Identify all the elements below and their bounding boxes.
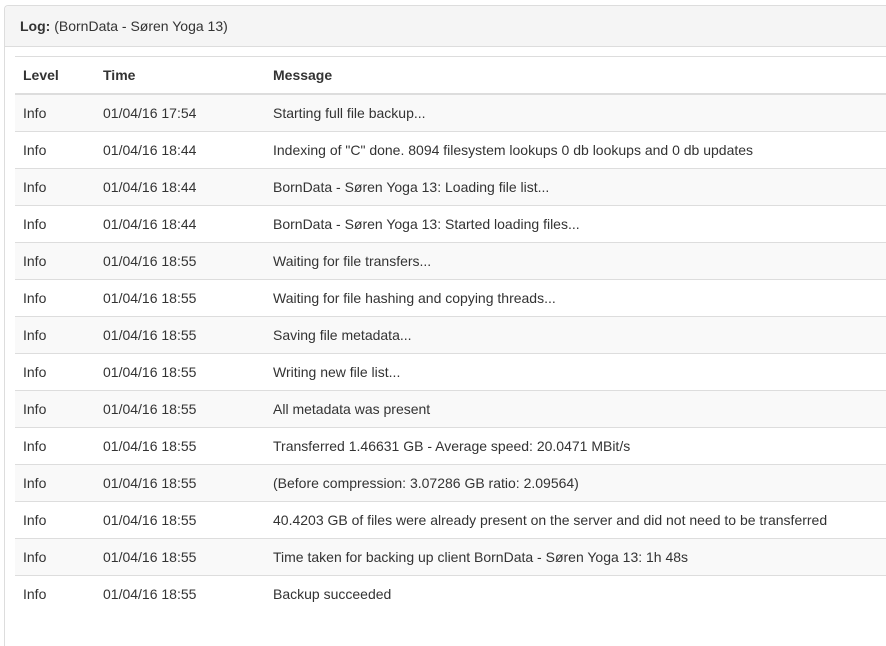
table-row: Info 01/04/16 18:44 BornData - Søren Yoga … [15, 205, 886, 243]
table-row: Info 01/04/16 18:55 Backup succeeded [15, 575, 886, 612]
cell-level: Info [15, 316, 95, 354]
cell-level: Info [15, 94, 95, 132]
cell-message: Waiting for file hashing and copying thr… [265, 279, 886, 317]
cell-message: Waiting for file transfers... [265, 242, 886, 280]
cell-message: Starting full file backup... [265, 94, 886, 132]
table-row: Info 01/04/16 18:55 (Before compression: 3… [15, 464, 886, 502]
log-table-container: Level Time Message Info 01/04/16 17:54 Sta… [15, 56, 886, 612]
cell-message: All metadata was present [265, 390, 886, 428]
cell-level: Info [15, 501, 95, 539]
table-row: Info 01/04/16 18:44 Indexing of "C" done. … [15, 131, 886, 169]
log-table-body: Info 01/04/16 17:54 Starting full file bac… [15, 94, 886, 612]
cell-message: BornData - Søren Yoga 13: Loading file l… [265, 168, 886, 206]
cell-message: Backup succeeded [265, 575, 886, 612]
cell-time: 01/04/16 18:44 [95, 168, 265, 206]
cell-level: Info [15, 464, 95, 502]
cell-level: Info [15, 168, 95, 206]
panel-heading: Log: (BornData - Søren Yoga 13) [5, 6, 886, 47]
cell-time: 01/04/16 18:55 [95, 575, 265, 612]
cell-time: 01/04/16 18:55 [95, 538, 265, 576]
column-header-time: Time [95, 56, 265, 95]
table-header-row: Level Time Message [15, 56, 886, 95]
cell-level: Info [15, 279, 95, 317]
log-client-name: (BornData - Søren Yoga 13) [54, 18, 228, 34]
table-row: Info 01/04/16 18:55 All metadata was prese… [15, 390, 886, 428]
cell-level: Info [15, 242, 95, 280]
cell-time: 01/04/16 18:44 [95, 205, 265, 243]
cell-message: 40.4203 GB of files were already present… [265, 501, 886, 539]
cell-level: Info [15, 390, 95, 428]
cell-time: 01/04/16 18:44 [95, 131, 265, 169]
cell-time: 01/04/16 18:55 [95, 427, 265, 465]
column-header-level: Level [15, 56, 95, 95]
table-row: Info 01/04/16 18:55 Waiting for file hashi… [15, 279, 886, 317]
cell-level: Info [15, 131, 95, 169]
cell-time: 01/04/16 18:55 [95, 316, 265, 354]
cell-message: Writing new file list... [265, 353, 886, 391]
cell-time: 01/04/16 18:55 [95, 501, 265, 539]
log-label: Log: [20, 18, 51, 34]
cell-level: Info [15, 205, 95, 243]
table-row: Info 01/04/16 18:55 Transferred 1.46631 GB… [15, 427, 886, 465]
cell-time: 01/04/16 18:55 [95, 353, 265, 391]
table-row: Info 01/04/16 18:55 Time taken for backing… [15, 538, 886, 576]
log-table: Level Time Message Info 01/04/16 17:54 Sta… [15, 56, 886, 612]
cell-message: Indexing of "C" done. 8094 filesystem lo… [265, 131, 886, 169]
table-row: Info 01/04/16 18:55 Waiting for file trans… [15, 242, 886, 280]
cell-time: 01/04/16 17:54 [95, 94, 265, 132]
table-row: Info 01/04/16 18:55 40.4203 GB of files we… [15, 501, 886, 539]
column-header-message: Message [265, 56, 886, 95]
cell-message: Transferred 1.46631 GB - Average speed: … [265, 427, 886, 465]
cell-level: Info [15, 538, 95, 576]
table-row: Info 01/04/16 18:55 Writing new file list.… [15, 353, 886, 391]
cell-message: Saving file metadata... [265, 316, 886, 354]
cell-message: BornData - Søren Yoga 13: Started loadin… [265, 205, 886, 243]
table-row: Info 01/04/16 18:55 Saving file metadata..… [15, 316, 886, 354]
table-row: Info 01/04/16 17:54 Starting full file bac… [15, 94, 886, 132]
cell-time: 01/04/16 18:55 [95, 464, 265, 502]
cell-level: Info [15, 353, 95, 391]
cell-time: 01/04/16 18:55 [95, 390, 265, 428]
cell-message: Time taken for backing up client BornDat… [265, 538, 886, 576]
cell-time: 01/04/16 18:55 [95, 242, 265, 280]
cell-level: Info [15, 427, 95, 465]
table-row: Info 01/04/16 18:44 BornData - Søren Yoga … [15, 168, 886, 206]
cell-message: (Before compression: 3.07286 GB ratio: 2… [265, 464, 886, 502]
cell-level: Info [15, 575, 95, 612]
cell-time: 01/04/16 18:55 [95, 279, 265, 317]
